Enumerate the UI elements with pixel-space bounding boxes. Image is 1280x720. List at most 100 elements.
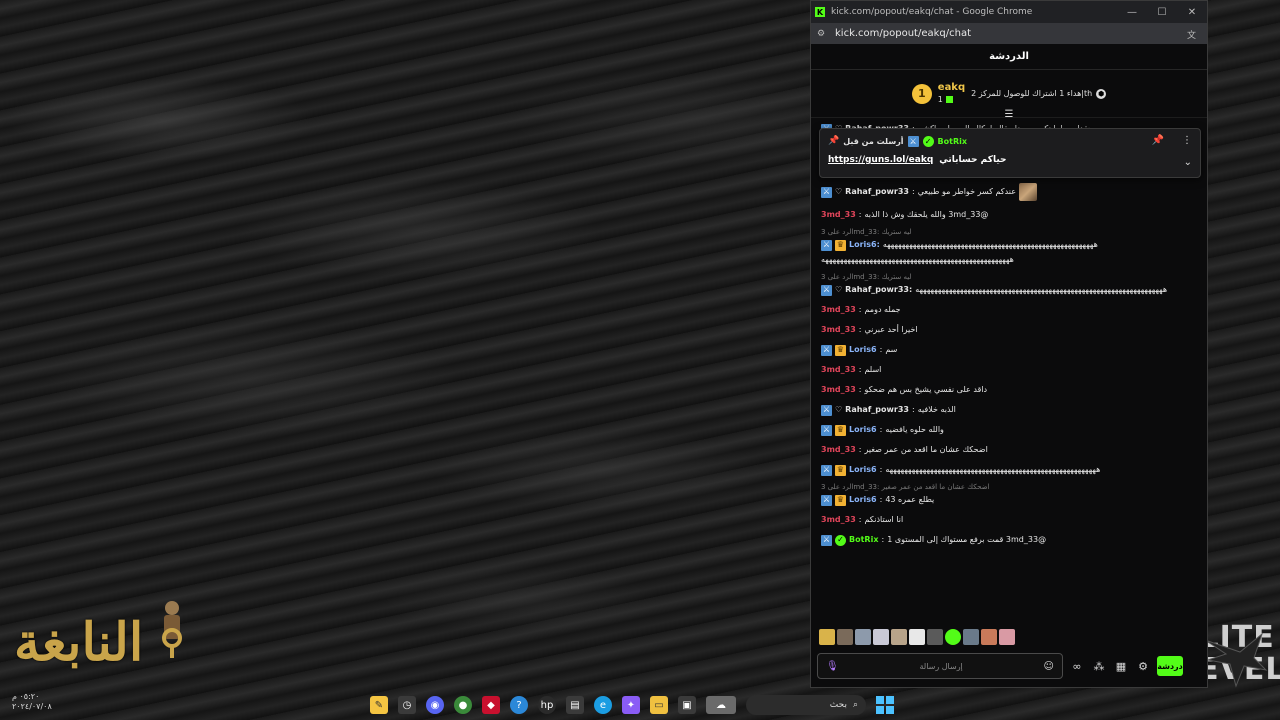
message-text: هههههههههههههههههههههههههههههههههههههههه… [885, 465, 1101, 474]
chat-input[interactable]: 🎙 إرسال رسالة ☺ [817, 653, 1063, 679]
chat-message: ⚔ ♡ Rahaf_powr33: عندكم كسر خواطر مو طبيعي [821, 179, 1201, 205]
moderator-badge-icon: ⚔ [821, 344, 832, 356]
help-icon[interactable]: ? [510, 696, 528, 714]
message-text: داقد على نفسي يشيخ بس هم ضحكو [864, 385, 988, 394]
username[interactable]: Loris6 [849, 424, 877, 436]
reply-context: الرد على 3md_33: ليه ستريك [821, 273, 912, 281]
gear-icon[interactable]: ⚙ [1135, 660, 1151, 673]
emote-button[interactable] [963, 629, 979, 645]
username[interactable]: 3md_33 [821, 324, 856, 336]
watermark-date: ٠٥:٢٠ م ٢٠٢٤/٠٧/٠٨ [12, 692, 52, 711]
emote-button[interactable] [927, 629, 943, 645]
username[interactable]: 3md_33 [821, 514, 856, 526]
more-options-icon[interactable]: ⋮ [1182, 135, 1192, 146]
site-settings-icon[interactable]: ⚙ [817, 29, 829, 39]
discord-icon[interactable]: ◉ [426, 696, 444, 714]
emote-button[interactable] [945, 629, 961, 645]
username[interactable]: Loris6: [849, 239, 880, 251]
quick-emote-bar [819, 629, 1199, 645]
chrome-icon[interactable]: ● [454, 696, 472, 714]
elite-bird-icon [1204, 632, 1268, 688]
message-text: @3md_33 قمت برفع مستواك إلى المستوى 1 [887, 535, 1047, 544]
heart-badge-icon: ♡ [835, 285, 843, 294]
file-explorer-icon[interactable]: ▭ [650, 696, 668, 714]
rank-badge: 1 [911, 83, 932, 104]
username[interactable]: 3md_33 [821, 384, 856, 396]
chat-input-placeholder: إرسال رسالة [919, 661, 963, 671]
emote-button[interactable] [855, 629, 871, 645]
username[interactable]: 3md_33 [821, 444, 856, 456]
username[interactable]: 3md_33 [821, 209, 856, 221]
widgets-icon[interactable]: ☁ [706, 696, 736, 714]
search-icon: ⌕ [852, 700, 858, 710]
moderator-badge-icon: ⚔ [821, 186, 832, 198]
username[interactable]: 3md_33 [821, 304, 856, 316]
emote-button[interactable] [981, 629, 997, 645]
leader-user[interactable]: eakq 1 [938, 82, 965, 106]
emote-button[interactable] [909, 629, 925, 645]
url-text[interactable]: kick.com/popout/eakq/chat [835, 28, 1187, 39]
pinned-user[interactable]: BotRix [938, 137, 967, 146]
address-bar[interactable]: ⚙ kick.com/popout/eakq/chat 文 [811, 23, 1207, 44]
emoji-icon[interactable]: ☺ [1044, 661, 1054, 672]
username[interactable]: Loris6 [849, 494, 877, 506]
emote-button[interactable] [819, 629, 835, 645]
message-text: اسلم [864, 365, 882, 374]
kick-favicon-icon: K [815, 7, 825, 17]
chat-messages: ⚔♡Rahaf_powr33:حقدامه واما نكمت معدا مقا… [821, 119, 1201, 631]
heart-badge-icon: ♡ [835, 187, 843, 196]
chat-message: ⚔ ♛ Loris6: والله حلوه يافضيه [821, 424, 944, 436]
pinned-message[interactable]: 📌 أرسلت من قبل ⚔ ✓ BotRix https://guns.l… [819, 128, 1201, 178]
username[interactable]: 3md_33 [821, 364, 856, 376]
minimize-icon[interactable]: — [1117, 1, 1147, 23]
username[interactable]: Rahaf_powr33 [845, 404, 909, 416]
sticky-notes-icon[interactable]: ✎ [370, 696, 388, 714]
reply-context: الرد على 3md_33: اضحكك عشان ما اقعد من ع… [821, 483, 990, 491]
translate-icon[interactable]: 文 [1187, 28, 1201, 41]
verified-badge-icon: ✓ [922, 135, 934, 147]
emote-button[interactable] [891, 629, 907, 645]
watermark-figure-icon [162, 601, 182, 658]
kick-points-icon[interactable]: ⁂ [1091, 660, 1107, 673]
username[interactable]: Rahaf_powr33 [845, 186, 909, 198]
window-title: kick.com/popout/eakq/chat - Google Chrom… [831, 7, 1033, 17]
start-button-icon[interactable] [876, 696, 894, 714]
edge-icon[interactable]: e [594, 696, 612, 714]
hp-icon[interactable]: hp [538, 696, 556, 714]
username[interactable]: Loris6 [849, 464, 877, 476]
leader-count: 1 [938, 94, 953, 106]
microphone-icon[interactable]: 🎙 [826, 661, 839, 672]
moderator-badge-icon: ⚔ [821, 284, 832, 296]
taskbar-search[interactable]: بحث ⌕ [746, 695, 866, 715]
unpin-icon[interactable]: 📌 [1152, 135, 1164, 146]
emote-button[interactable] [999, 629, 1015, 645]
store-icon[interactable]: ▦ [1113, 660, 1129, 673]
vip-badge-icon: ♛ [835, 494, 846, 506]
chat-message: 3md_33: اسلم [821, 364, 882, 376]
username[interactable]: Loris6 [849, 344, 877, 356]
moderator-badge-icon: ⚔ [907, 135, 919, 147]
task-view-icon[interactable]: ▣ [678, 696, 696, 714]
infinity-icon[interactable]: ∞ [1069, 660, 1085, 673]
moderator-badge-icon: ⚔ [821, 534, 832, 546]
chat-message: ⚔ ♛ Loris6: ههههههههههههههههههههههههههههه… [821, 239, 1098, 264]
sub-icon [945, 96, 953, 103]
close-icon[interactable]: ✕ [1177, 1, 1207, 23]
leader-name[interactable]: eakq [938, 82, 965, 94]
copilot-icon[interactable]: ✦ [622, 696, 640, 714]
maximize-icon[interactable]: ☐ [1147, 1, 1177, 23]
clock-icon[interactable]: ◷ [398, 696, 416, 714]
emote-button[interactable] [873, 629, 889, 645]
reply-context: الرد على 3md_33: ليه ستريك [821, 228, 912, 236]
mcafee-icon[interactable]: ◆ [482, 696, 500, 714]
message-text: جمله دومم [864, 305, 901, 314]
chrome-window: K kick.com/popout/eakq/chat - Google Chr… [810, 0, 1208, 688]
chevron-down-icon[interactable]: ⌄ [1184, 157, 1192, 168]
message-text: انا استاذنكم [864, 515, 904, 524]
send-button[interactable]: دردشة [1157, 656, 1183, 676]
pinned-link[interactable]: https://guns.lol/eakq [828, 155, 933, 165]
store-icon[interactable]: ▤ [566, 696, 584, 714]
emote-button[interactable] [837, 629, 853, 645]
username[interactable]: Rahaf_powr33: [845, 284, 912, 296]
username[interactable]: BotRix [849, 534, 878, 546]
